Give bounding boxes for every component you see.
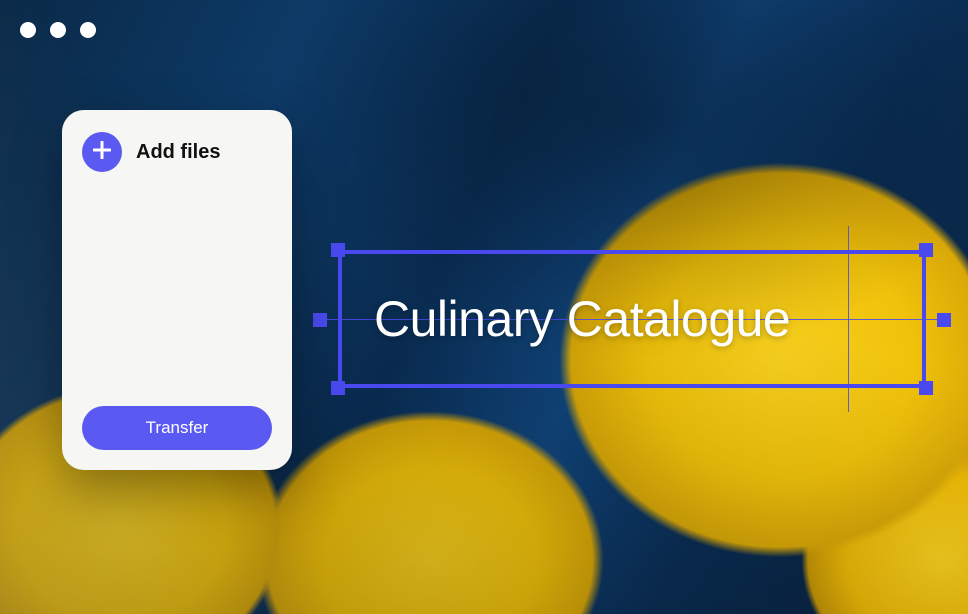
transfer-button[interactable]: Transfer bbox=[82, 406, 272, 450]
add-files-label: Add files bbox=[136, 141, 220, 164]
text-selection-box[interactable]: Culinary Catalogue bbox=[338, 250, 926, 388]
canvas-title-text[interactable]: Culinary Catalogue bbox=[338, 250, 926, 388]
add-files-row[interactable]: Add files bbox=[82, 132, 272, 172]
transfer-button-label: Transfer bbox=[146, 418, 209, 438]
window-dot[interactable] bbox=[20, 22, 36, 38]
window-dot[interactable] bbox=[80, 22, 96, 38]
plus-icon bbox=[93, 138, 111, 166]
window-dot[interactable] bbox=[50, 22, 66, 38]
window-controls bbox=[20, 22, 96, 38]
add-files-button[interactable] bbox=[82, 132, 122, 172]
upload-dropzone[interactable] bbox=[82, 172, 272, 406]
upload-card: Add files Transfer bbox=[62, 110, 292, 470]
